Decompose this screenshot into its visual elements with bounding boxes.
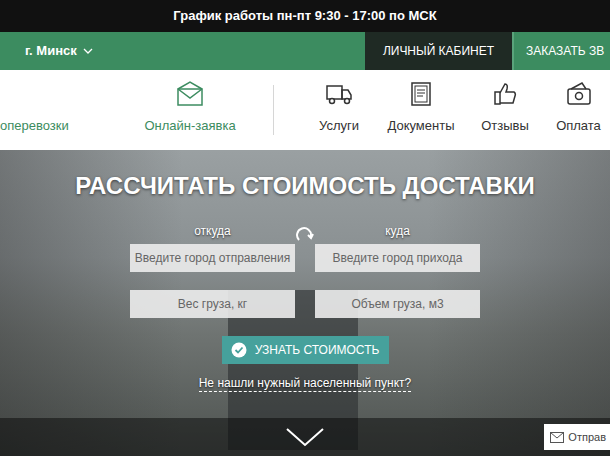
menu-divider [273,85,274,135]
document-icon [406,81,436,107]
menu-item[interactable]: Онлайн-заявка [140,70,240,150]
header-bar: г. МинскЛИЧНЫЙ КАБИНЕТЗАКАЗАТЬ ЗВ [0,32,610,70]
chevron-down-icon[interactable] [285,427,325,447]
swap-icon[interactable] [296,226,314,242]
calc-input[interactable] [315,290,480,318]
city-selector[interactable]: г. Минск [0,32,365,70]
menu-item[interactable]: оперевозки [0,70,60,150]
send-button[interactable]: Отправ [544,424,610,450]
check-icon [231,342,247,358]
calculate-button[interactable]: УЗНАТЬ СТОИМОСТЬ [222,336,389,364]
schedule-bar: График работы пн-пт 9:30 - 17:00 по МСК [0,0,610,32]
menu-item[interactable]: Услуги [299,70,379,150]
truck-icon [324,81,354,107]
menu-item[interactable]: Оплата [547,70,610,150]
chevron-down-icon [83,48,93,54]
calc-input[interactable] [130,244,295,272]
order-call-button[interactable]: ЗАКАЗАТЬ ЗВ [514,32,610,70]
main-menu: оперевозки Онлайн-заявка УслугиДокументыОт… [0,70,610,150]
hero: РАССЧИТАТЬ СТОИМОСТЬ ДОСТАВКИоткудакудаУ… [0,150,610,456]
menu-item[interactable]: Документы [379,70,463,150]
account-button[interactable]: ЛИЧНЫЙ КАБИНЕТ [365,32,512,70]
wallet-icon [564,81,594,107]
bottom-strip [0,418,610,456]
thumb-up-icon [490,81,520,107]
calc-input[interactable] [315,244,480,272]
menu-item[interactable]: Отзывы [463,70,547,150]
envelope-icon [550,432,564,443]
envelope-icon [175,81,205,107]
not-found-link[interactable]: Не нашли нужный населенный пункт? [199,376,412,392]
calc-input[interactable] [130,290,295,318]
